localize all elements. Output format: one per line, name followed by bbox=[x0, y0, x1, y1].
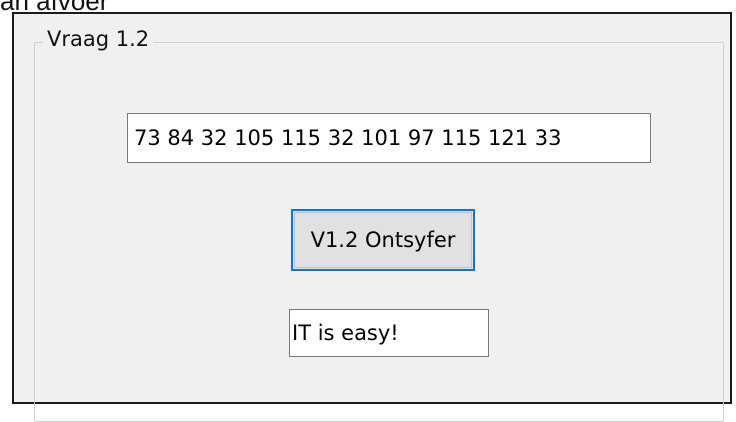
form-window: Vraag 1.2 73 84 32 105 115 32 101 97 115… bbox=[12, 12, 732, 422]
groupbox-title: Vraag 1.2 bbox=[43, 27, 154, 51]
result-output[interactable]: IT is easy! bbox=[289, 309, 489, 357]
cipher-input[interactable]: 73 84 32 105 115 32 101 97 115 121 33 bbox=[127, 113, 651, 163]
question-groupbox: Vraag 1.2 73 84 32 105 115 32 101 97 115… bbox=[34, 27, 724, 422]
decrypt-button[interactable]: V1.2 Ontsyfer bbox=[291, 209, 475, 271]
